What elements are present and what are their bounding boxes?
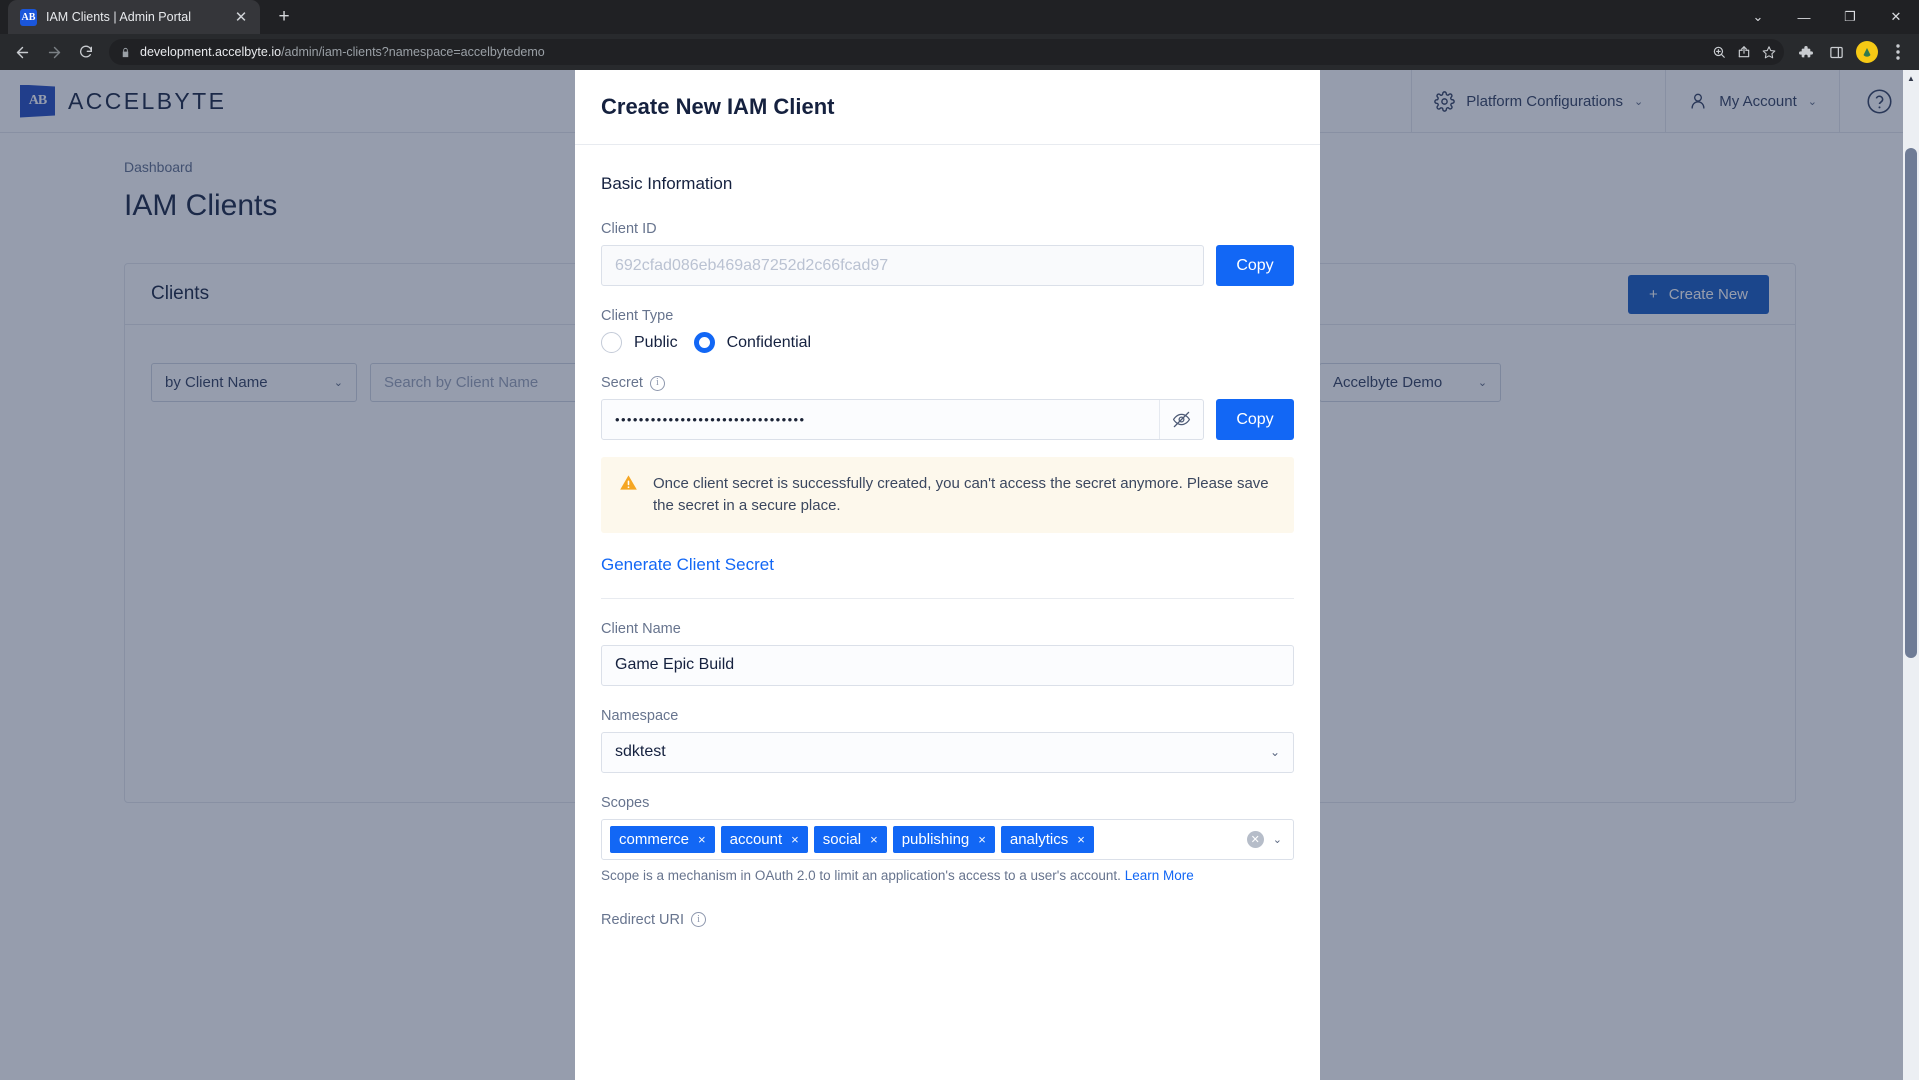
scopes-helper-sentence: Scope is a mechanism in OAuth 2.0 to lim… bbox=[601, 867, 1121, 883]
redirect-uri-label-text: Redirect URI bbox=[601, 911, 684, 928]
remove-icon[interactable]: × bbox=[978, 832, 986, 847]
client-name-input[interactable]: Game Epic Build bbox=[601, 644, 1294, 686]
radio-public-control[interactable] bbox=[601, 332, 622, 353]
remove-icon[interactable]: × bbox=[791, 832, 799, 847]
side-panel-icon[interactable] bbox=[1822, 38, 1850, 66]
chevron-down-icon[interactable]: ⌄ bbox=[1273, 833, 1282, 846]
scope-chip[interactable]: analytics × bbox=[1000, 825, 1094, 853]
modal-header: Create New IAM Client bbox=[575, 70, 1320, 145]
scope-chip-label: analytics bbox=[1009, 830, 1069, 848]
client-name-label: Client Name bbox=[601, 620, 681, 637]
close-icon[interactable]: ✕ bbox=[232, 8, 250, 26]
learn-more-link[interactable]: Learn More bbox=[1125, 868, 1194, 883]
scopes-label: Scopes bbox=[601, 794, 650, 811]
clear-all-icon[interactable]: ✕ bbox=[1246, 830, 1264, 848]
page-scrollbar[interactable]: ▲ bbox=[1903, 70, 1919, 1080]
tab-strip: AB IAM Clients | Admin Portal ✕ + ⌄ — ❐ … bbox=[0, 0, 1919, 34]
close-window-icon[interactable]: ✕ bbox=[1873, 0, 1919, 34]
warning-triangle-icon bbox=[619, 473, 638, 517]
scope-chip-label: account bbox=[729, 830, 783, 848]
scope-chip-label: publishing bbox=[901, 830, 970, 848]
secret-label-text: Secret bbox=[601, 375, 643, 391]
scope-chip[interactable]: account × bbox=[720, 825, 808, 853]
modal-title: Create New IAM Client bbox=[601, 94, 835, 119]
radio-confidential-label: Confidential bbox=[726, 333, 812, 351]
modal-body: Basic Information Client ID 692cfad086eb… bbox=[575, 145, 1320, 956]
copy-client-id-button[interactable]: Copy bbox=[1216, 245, 1294, 286]
tab-favicon: AB bbox=[20, 8, 37, 26]
remove-icon[interactable]: × bbox=[698, 832, 706, 847]
url-host: development.accelbyte.io bbox=[140, 45, 282, 59]
secret-warning-banner: Once client secret is successfully creat… bbox=[601, 457, 1294, 533]
secret-warning-text: Once client secret is successfully creat… bbox=[653, 475, 1269, 514]
lock-icon bbox=[122, 47, 129, 57]
minimize-icon[interactable]: — bbox=[1781, 0, 1827, 34]
forward-icon[interactable] bbox=[39, 37, 69, 67]
reload-icon[interactable] bbox=[71, 37, 101, 67]
url-path: /admin/iam-clients?namespace=accelbytede… bbox=[281, 45, 545, 59]
new-tab-icon[interactable]: + bbox=[269, 2, 299, 32]
bookmark-star-icon[interactable] bbox=[1757, 40, 1781, 64]
redirect-uri-label: Redirect URI i bbox=[601, 912, 1294, 928]
client-id-input[interactable]: 692cfad086eb469a87252d2c66fcad97 bbox=[601, 245, 1204, 286]
create-iam-client-modal: Create New IAM Client Basic Information … bbox=[575, 70, 1320, 1080]
back-icon[interactable] bbox=[7, 37, 37, 67]
client-id-field: Client ID 692cfad086eb469a87252d2c66fcad… bbox=[601, 221, 1294, 286]
remove-icon[interactable]: × bbox=[1077, 832, 1085, 847]
namespace-value: sdktest bbox=[615, 743, 666, 760]
browser-window: AB IAM Clients | Admin Portal ✕ + ⌄ — ❐ … bbox=[0, 0, 1919, 1080]
remove-icon[interactable]: × bbox=[870, 832, 878, 847]
section-divider bbox=[601, 597, 1294, 599]
copy-secret-button[interactable]: Copy bbox=[1216, 399, 1294, 440]
info-icon[interactable]: i bbox=[691, 912, 706, 927]
profile-avatar[interactable] bbox=[1856, 41, 1878, 63]
radio-public[interactable]: Public bbox=[601, 332, 678, 353]
tab-title: IAM Clients | Admin Portal bbox=[46, 10, 191, 24]
browser-tab[interactable]: AB IAM Clients | Admin Portal ✕ bbox=[8, 0, 260, 34]
client-type-field: Client Type Public Confidential bbox=[601, 308, 1294, 353]
radio-public-label: Public bbox=[634, 333, 678, 351]
extensions-puzzle-icon[interactable] bbox=[1792, 38, 1820, 66]
address-bar[interactable]: development.accelbyte.io/admin/iam-clien… bbox=[109, 39, 1784, 65]
page-viewport: AB ACCELBYTE Platform Configurations ⌄ M… bbox=[0, 70, 1919, 1080]
client-type-label: Client Type bbox=[601, 308, 674, 324]
redirect-uri-field: Redirect URI i bbox=[601, 912, 1294, 956]
scope-chip[interactable]: social × bbox=[813, 825, 887, 853]
url-text: development.accelbyte.io/admin/iam-clien… bbox=[140, 45, 545, 59]
restore-icon[interactable]: ❐ bbox=[1827, 0, 1873, 34]
scrollbar-thumb[interactable] bbox=[1905, 148, 1917, 658]
scopes-actions: ✕ ⌄ bbox=[1246, 830, 1285, 848]
generate-client-secret-link[interactable]: Generate Client Secret bbox=[601, 555, 774, 575]
omnibox-actions bbox=[1707, 39, 1781, 65]
basic-information-heading: Basic Information bbox=[601, 174, 733, 193]
scope-chip[interactable]: commerce × bbox=[610, 825, 715, 853]
namespace-select[interactable]: sdktest ⌄ bbox=[601, 731, 1294, 773]
scope-chip-label: commerce bbox=[619, 830, 690, 848]
namespace-label: Namespace bbox=[601, 707, 679, 724]
scope-chip-label: social bbox=[822, 830, 862, 848]
chevron-down-icon: ⌄ bbox=[1269, 745, 1280, 759]
scopes-field: Scopes commerce × account × social × publis… bbox=[601, 795, 1294, 883]
eye-off-icon[interactable] bbox=[1159, 400, 1203, 439]
radio-confidential[interactable]: Confidential bbox=[693, 332, 812, 353]
radio-confidential-control[interactable] bbox=[693, 332, 715, 353]
scopes-multiselect[interactable]: commerce × account × social × publishing × a… bbox=[601, 818, 1294, 860]
client-name-field: Client Name Game Epic Build bbox=[601, 621, 1294, 686]
secret-label: Secret i bbox=[601, 375, 1294, 391]
zoom-icon[interactable] bbox=[1707, 40, 1731, 64]
scopes-helper-text: Scope is a mechanism in OAuth 2.0 to lim… bbox=[601, 868, 1294, 883]
chrome-menu-icon[interactable] bbox=[1884, 38, 1912, 66]
namespace-field: Namespace sdktest ⌄ bbox=[601, 708, 1294, 773]
info-icon[interactable]: i bbox=[649, 375, 665, 391]
scroll-up-arrow-icon[interactable]: ▲ bbox=[1903, 70, 1919, 86]
tab-search-icon[interactable]: ⌄ bbox=[1735, 0, 1781, 34]
window-controls: ⌄ — ❐ ✕ bbox=[1735, 0, 1919, 34]
secret-input-wrapper: •••••••••••••••••••••••••••••••• bbox=[601, 399, 1204, 440]
client-id-label: Client ID bbox=[601, 221, 657, 237]
browser-toolbar: development.accelbyte.io/admin/iam-clien… bbox=[0, 34, 1919, 70]
secret-input[interactable]: •••••••••••••••••••••••••••••••• bbox=[602, 412, 1159, 427]
secret-field: Secret i •••••••••••••••••••••••••••••••… bbox=[601, 375, 1294, 599]
scope-chip[interactable]: publishing × bbox=[892, 825, 995, 853]
share-icon[interactable] bbox=[1732, 40, 1756, 64]
